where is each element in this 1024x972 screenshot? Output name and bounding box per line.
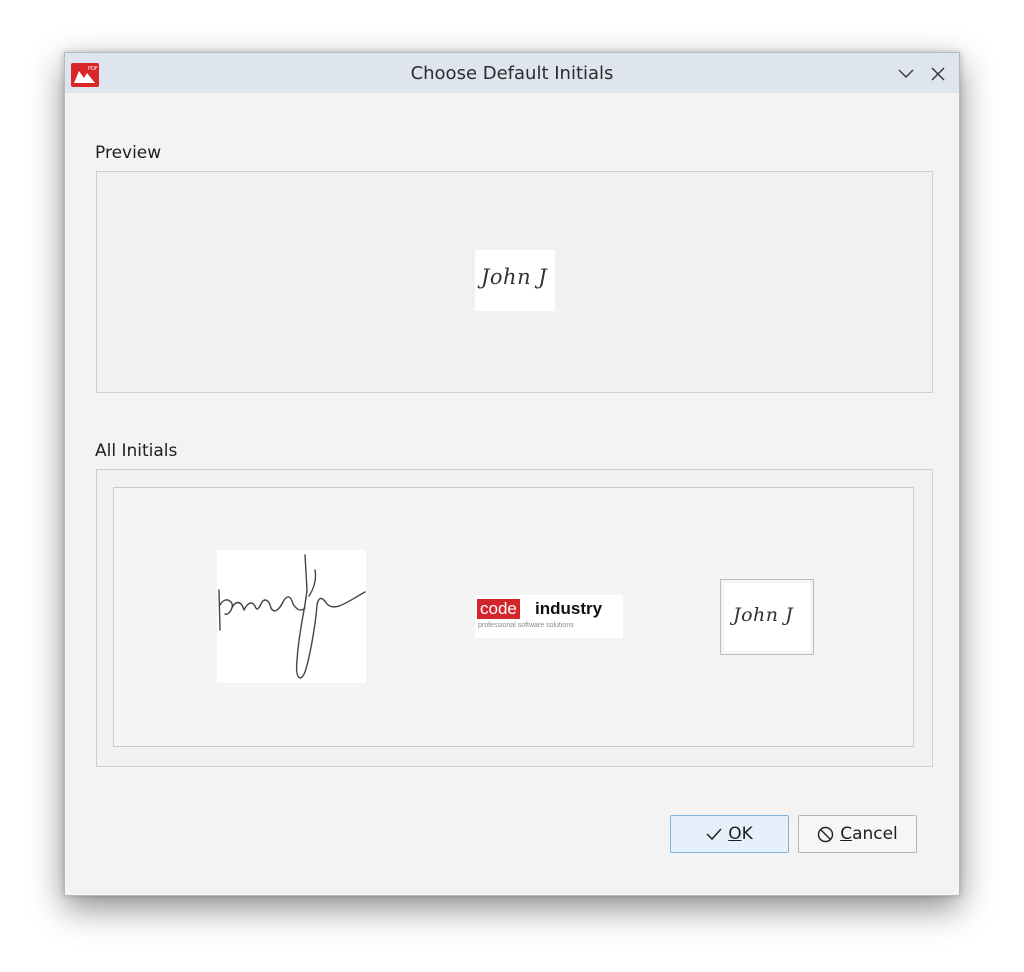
all-initials-label: All Initials: [95, 441, 178, 461]
preview-initials-image: John J: [475, 250, 555, 311]
preview-initials-text: John J: [481, 265, 548, 289]
all-initials-panel: code industry professional software solu…: [96, 469, 933, 767]
initials-item-john-j-selected[interactable]: John J: [720, 579, 814, 655]
close-button[interactable]: [927, 63, 949, 85]
initials-item-image: John J: [724, 583, 810, 651]
ok-mnemonic: O: [728, 824, 742, 844]
cancel-label-rest: ancel: [852, 824, 898, 844]
titlebar[interactable]: PDF Choose Default Initials: [65, 53, 959, 93]
chevron-down-icon: [898, 69, 914, 78]
checkmark-icon: [706, 828, 722, 841]
close-icon: [931, 67, 945, 81]
logo-code-text: code: [477, 599, 520, 619]
initials-item-logo[interactable]: code industry professional software solu…: [475, 595, 623, 638]
choose-default-initials-dialog: PDF Choose Default Initials Preview John…: [64, 52, 960, 896]
minimize-button[interactable]: [895, 63, 917, 85]
cancel-circle-icon: [817, 826, 834, 842]
logo-tagline: professional software solutions: [478, 622, 574, 629]
window-title: Choose Default Initials: [410, 63, 614, 84]
initials-list[interactable]: code industry professional software solu…: [113, 487, 914, 747]
preview-label: Preview: [95, 143, 162, 163]
initials-item-signature[interactable]: [217, 550, 366, 683]
initials-item-text: John J: [733, 604, 794, 626]
signature-image: [218, 554, 366, 679]
preview-panel: John J: [96, 171, 933, 393]
cancel-label: Cancel: [840, 824, 898, 844]
cancel-button[interactable]: Cancel: [798, 815, 917, 853]
ok-label: OK: [728, 824, 753, 844]
logo-industry-text: industry: [535, 599, 603, 618]
ok-label-rest: K: [741, 824, 753, 844]
ok-button[interactable]: OK: [670, 815, 789, 853]
cancel-mnemonic: C: [840, 824, 853, 844]
